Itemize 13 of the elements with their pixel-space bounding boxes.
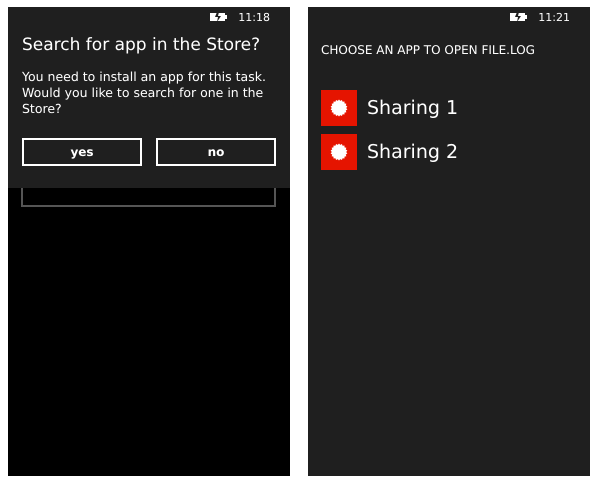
app-name[interactable]: Sharing 1 bbox=[367, 97, 458, 119]
app-tile-icon[interactable] bbox=[321, 134, 357, 170]
dialog-button[interactable]: yes bbox=[22, 138, 142, 166]
battery-charging-icon bbox=[510, 12, 528, 22]
dialog-title: Search for app in the Store? bbox=[22, 35, 262, 55]
app-name[interactable]: Sharing 2 bbox=[367, 141, 458, 163]
dialog-message: You need to install an app for this task. Would you like to search for one in the Store? bbox=[22, 69, 267, 117]
status-time: 11:18 bbox=[238, 10, 270, 24]
status-time: 11:21 bbox=[538, 10, 570, 24]
app-tile-icon[interactable] bbox=[321, 90, 357, 126]
page-heading: CHOOSE AN APP TO OPEN FILE.LOG bbox=[321, 43, 536, 57]
battery-charging-icon bbox=[210, 12, 228, 22]
dialog-button[interactable]: no bbox=[156, 138, 276, 166]
